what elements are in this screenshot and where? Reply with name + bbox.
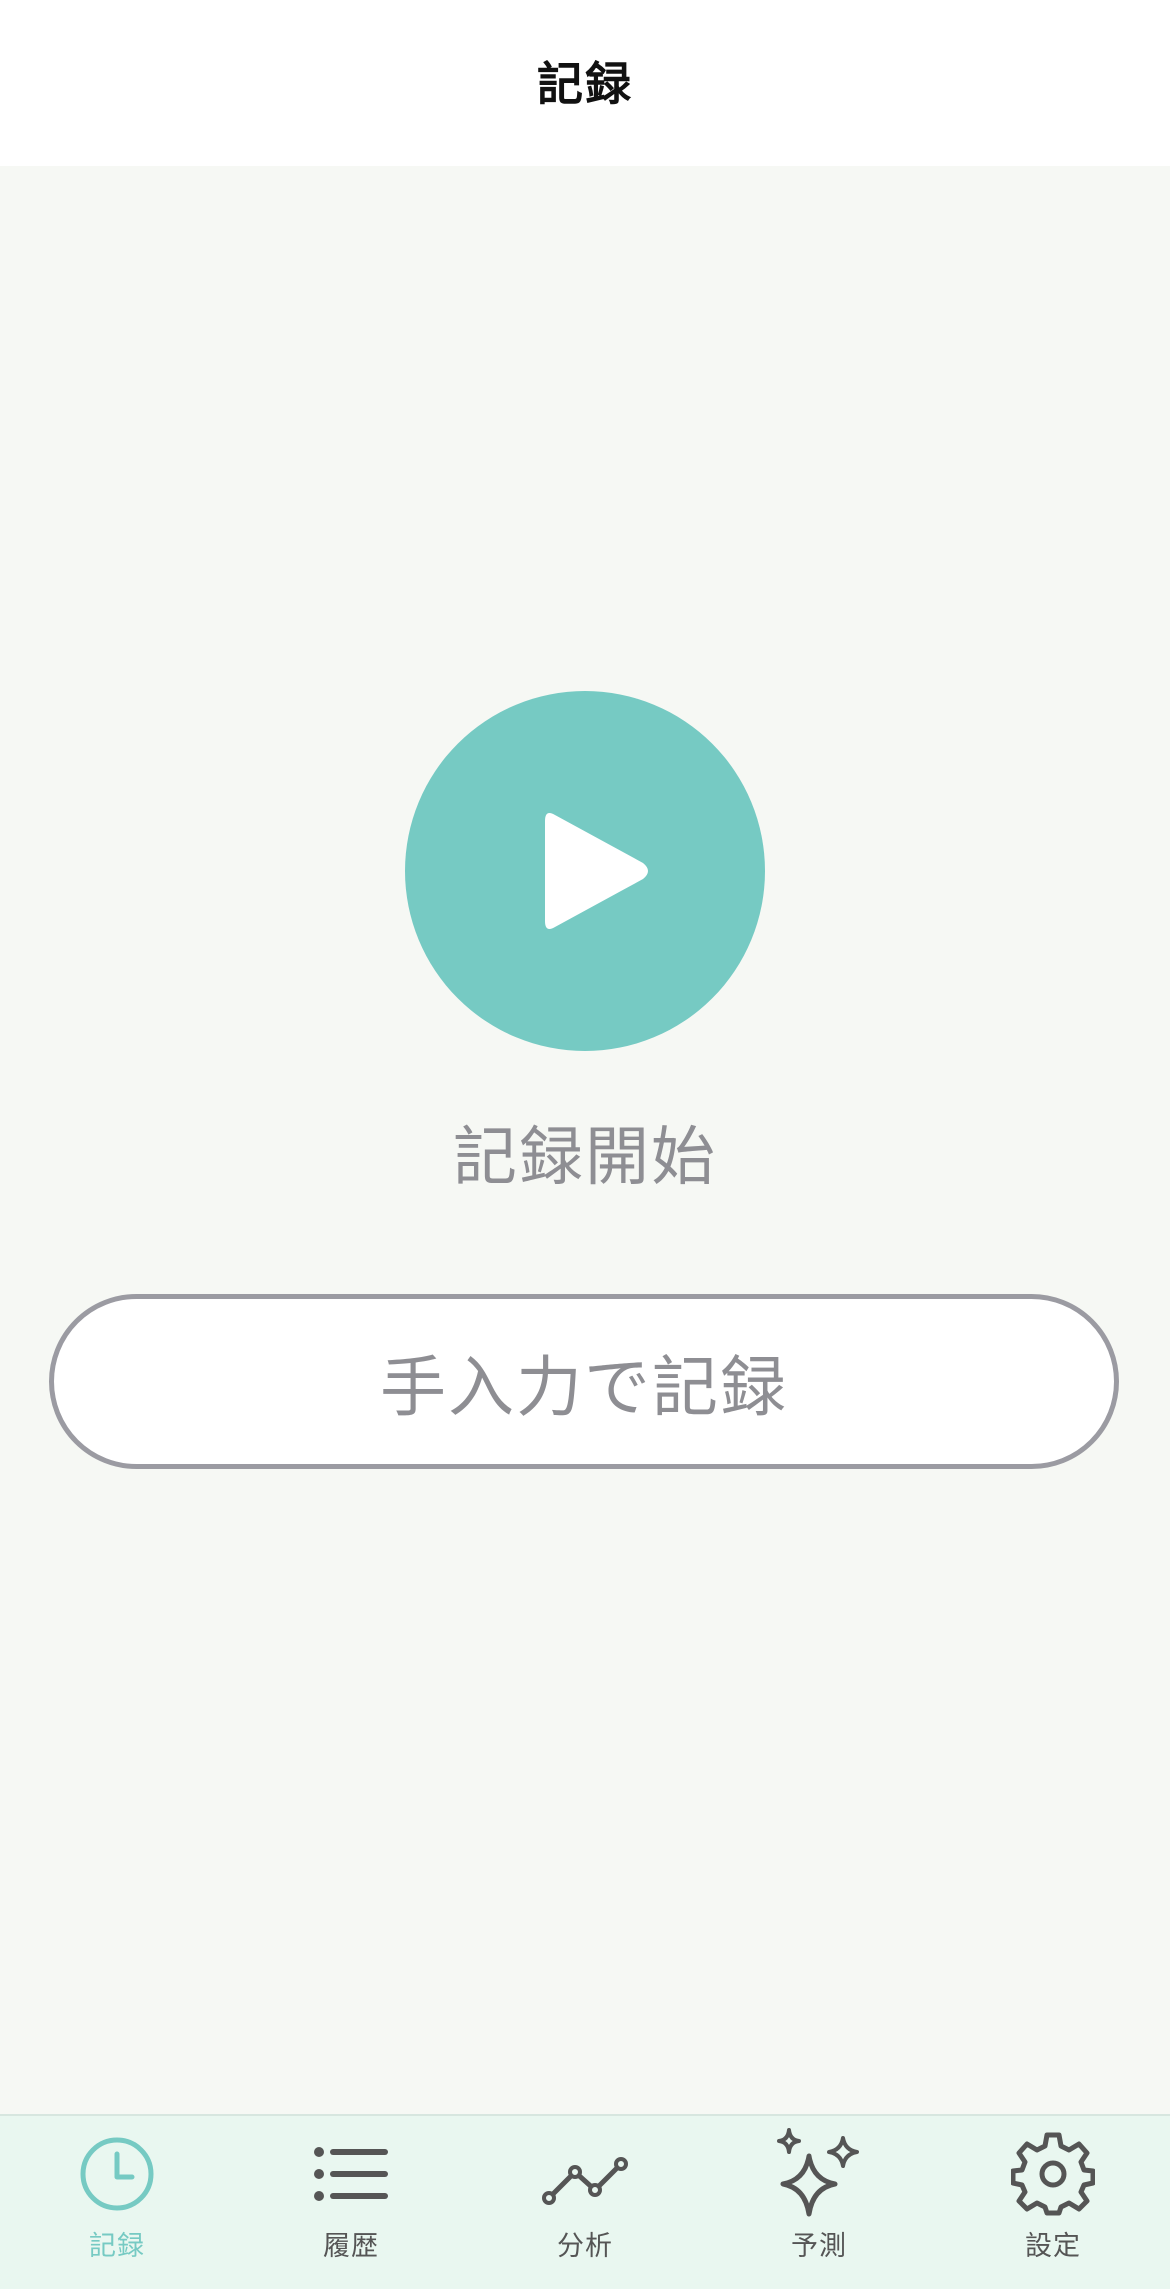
tab-settings-label: 設定 [1025,2231,1081,2262]
tab-bar: 記録 履歴 分析 予測 設定 [0,2114,1170,2289]
list-icon [303,2126,399,2222]
manual-entry-label: 手入力で記録 [380,1348,788,1426]
tab-prediction-label: 予測 [791,2231,847,2262]
tab-record[interactable]: 記録 [0,2116,234,2289]
start-record-button[interactable] [405,691,765,1051]
manual-entry-button[interactable]: 手入力で記録 [49,1294,1119,1469]
tab-analysis-label: 分析 [557,2231,613,2262]
tab-analysis[interactable]: 分析 [468,2116,702,2289]
gear-icon [1005,2126,1101,2222]
clock-icon [69,2126,165,2222]
tab-history[interactable]: 履歴 [234,2116,468,2289]
tab-prediction[interactable]: 予測 [702,2116,936,2289]
play-icon [545,813,648,929]
tab-settings[interactable]: 設定 [936,2116,1170,2289]
line-chart-icon [537,2126,633,2222]
tab-record-label: 記録 [89,2231,145,2262]
nav-header: 記録 [0,0,1170,166]
sparkles-icon [771,2126,867,2222]
main-content: 記録開始 手入力で記録 [0,166,1170,2114]
start-record-label: 記録開始 [453,1121,717,1195]
page-title: 記録 [537,57,633,111]
tab-history-label: 履歴 [323,2231,379,2262]
